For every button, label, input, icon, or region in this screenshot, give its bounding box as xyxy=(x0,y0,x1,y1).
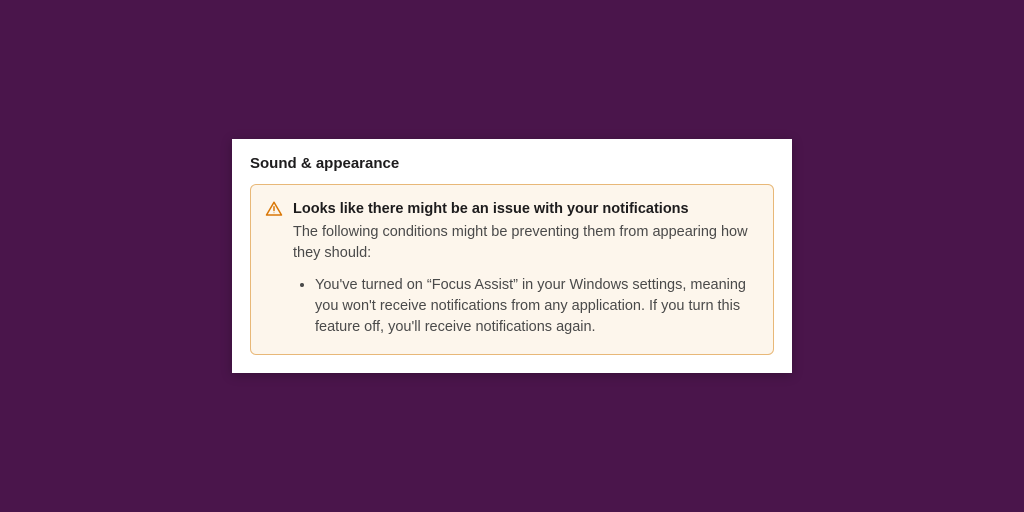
settings-panel: Sound & appearance Looks like there migh… xyxy=(232,139,792,372)
notification-warning-alert: Looks like there might be an issue with … xyxy=(250,184,774,354)
panel-title: Sound & appearance xyxy=(250,155,774,172)
warning-triangle-icon xyxy=(265,200,283,218)
alert-list: You've turned on “Focus Assist” in your … xyxy=(293,275,757,338)
alert-lead: The following conditions might be preven… xyxy=(293,222,757,264)
alert-list-item: You've turned on “Focus Assist” in your … xyxy=(315,275,757,338)
alert-title: Looks like there might be an issue with … xyxy=(293,199,757,220)
alert-body: Looks like there might be an issue with … xyxy=(293,199,757,337)
